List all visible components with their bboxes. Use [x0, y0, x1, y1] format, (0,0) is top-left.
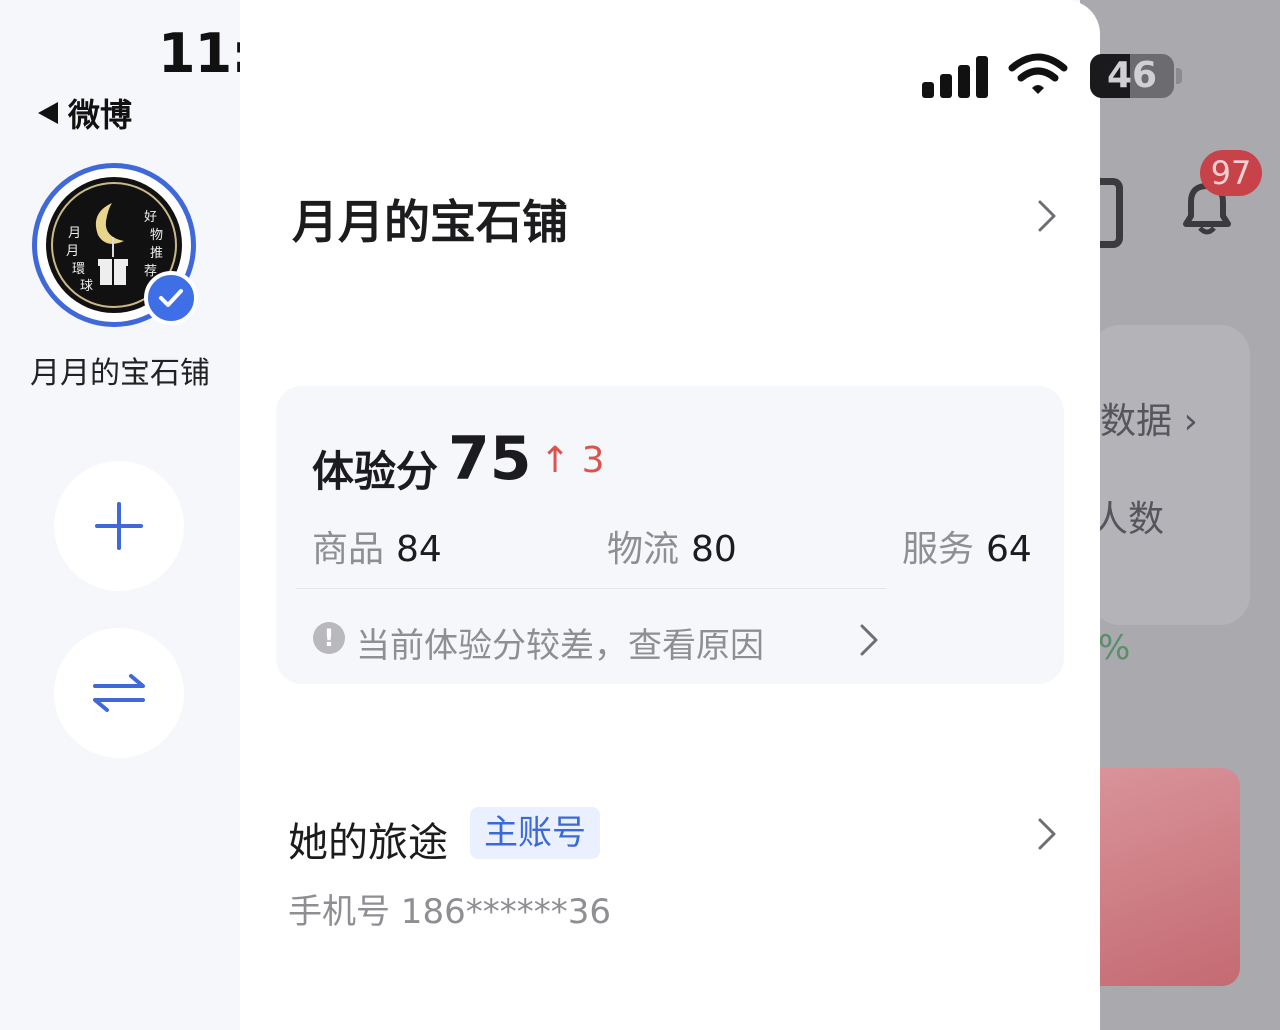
battery-level: 46	[1106, 55, 1158, 96]
svg-text:球: 球	[80, 279, 93, 294]
rail-shop-name: 月月的宝石铺	[30, 356, 210, 391]
notification-badge: 97	[1200, 150, 1262, 196]
back-to-weibo-button[interactable]: 微博	[38, 90, 132, 136]
background-text-count: 人数	[1092, 499, 1165, 540]
chevron-right-icon[interactable]	[1036, 198, 1058, 234]
shop-title[interactable]: 月月的宝石铺	[292, 186, 568, 252]
background-card	[1090, 325, 1250, 625]
switch-arrows-icon	[93, 674, 145, 712]
main-account-badge: 主账号	[470, 807, 600, 859]
account-phone: 手机号 186******36	[288, 892, 611, 932]
score-warning-link[interactable]: 当前体验分较差，查看原因	[356, 618, 764, 667]
back-label: 微博	[68, 96, 133, 134]
warning-icon: !	[313, 622, 345, 654]
account-name[interactable]: 她的旅途	[288, 810, 448, 868]
svg-text:月: 月	[66, 244, 79, 259]
score-delta: ↑ 3	[540, 440, 605, 481]
back-arrow-icon	[38, 102, 58, 124]
divider	[296, 588, 886, 589]
plus-icon	[95, 502, 143, 550]
avatar[interactable]: 月 月 環 球 好 物 推 荐	[32, 163, 198, 327]
verified-check-icon	[144, 271, 198, 325]
metric-product: 商品 84	[312, 529, 442, 570]
svg-text:月: 月	[68, 226, 81, 241]
svg-text:推: 推	[150, 246, 163, 261]
metric-logistics: 物流 80	[607, 529, 737, 570]
wifi-icon	[1008, 53, 1068, 94]
background-text-data: 数据 ›	[1100, 401, 1198, 442]
score-label: 体验分	[312, 447, 439, 496]
svg-text:環: 環	[72, 262, 85, 277]
background-promo-image	[1100, 768, 1240, 986]
cellular-signal-icon	[922, 56, 988, 98]
chevron-right-icon[interactable]	[1036, 816, 1058, 852]
score-value: 75	[448, 424, 532, 494]
add-button[interactable]	[54, 461, 184, 591]
chevron-right-icon[interactable]	[858, 622, 880, 658]
svg-text:物: 物	[150, 228, 163, 243]
metric-service: 服务 64	[902, 529, 1032, 570]
switch-account-button[interactable]	[54, 628, 184, 758]
background-percent: %	[1098, 628, 1131, 668]
svg-text:好: 好	[144, 210, 157, 225]
battery-icon: 46	[1090, 54, 1174, 98]
